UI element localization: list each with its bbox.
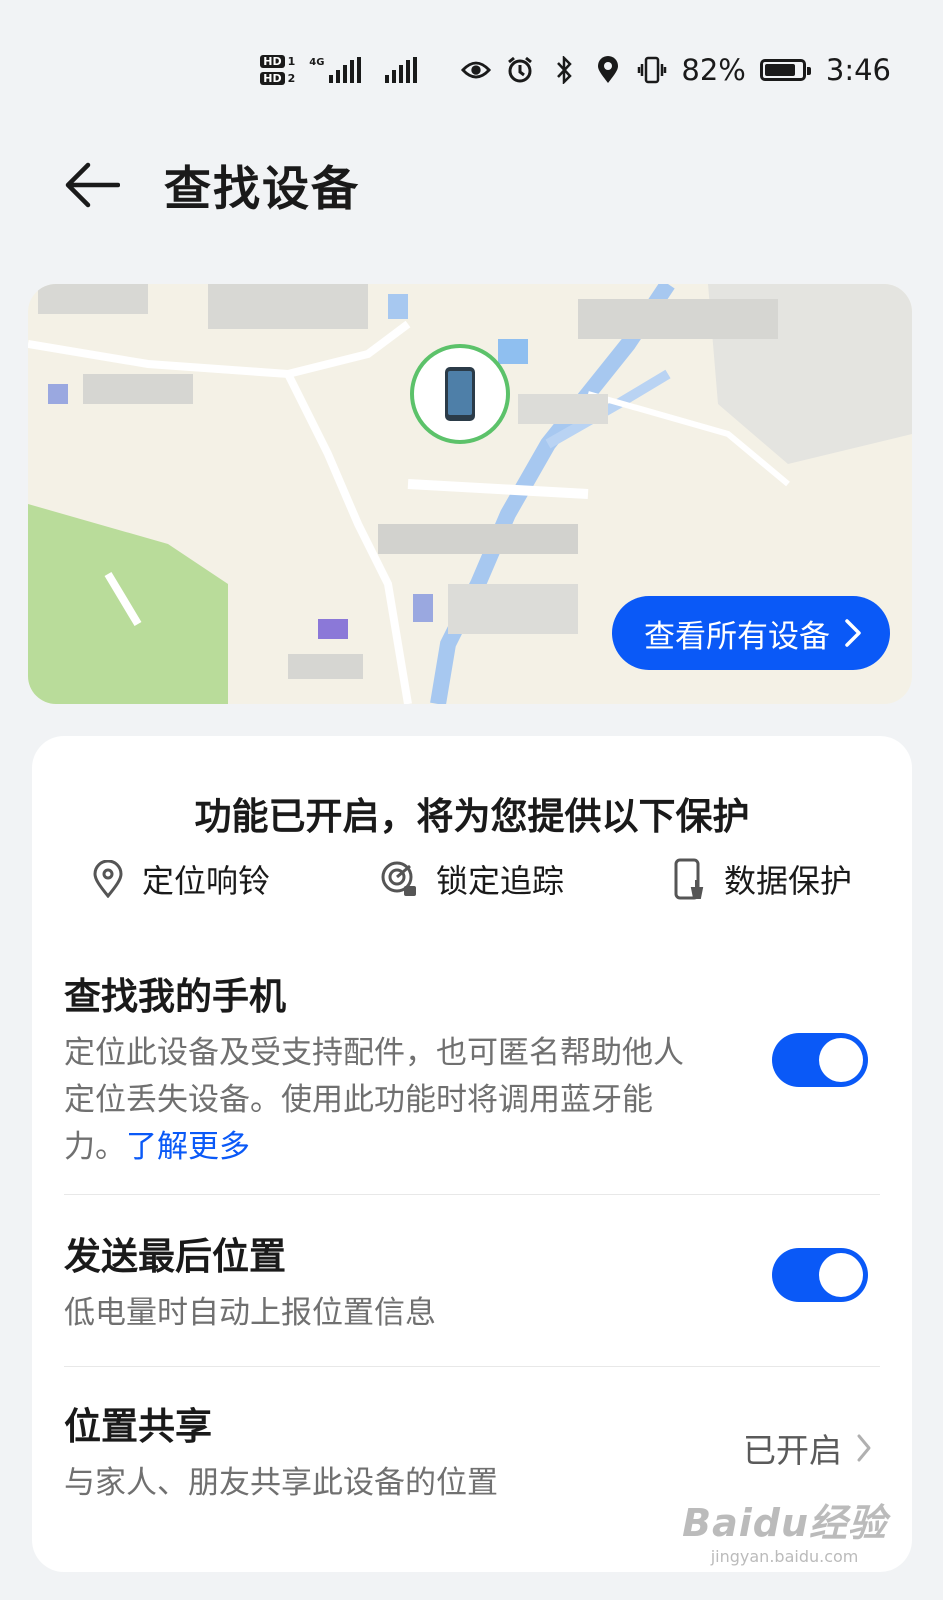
feature-label: 锁定追踪 bbox=[435, 862, 564, 900]
chevron-right-icon bbox=[845, 619, 861, 647]
battery-percent: 82% bbox=[681, 53, 746, 87]
hd-num-1: 1 bbox=[287, 55, 296, 68]
page-header: 查找设备 bbox=[60, 150, 360, 219]
phone-clean-icon bbox=[674, 858, 704, 900]
find-phone-toggle[interactable] bbox=[772, 1033, 868, 1087]
divider bbox=[64, 1366, 880, 1367]
setting-description: 定位此设备及受支持配件，也可匿名帮助他人定位丢失设备。使用此功能时将调用蓝牙能力… bbox=[64, 1030, 684, 1171]
eye-icon bbox=[461, 55, 492, 85]
feature-list: 定位响铃 锁定追踪 数据保护 bbox=[92, 856, 852, 902]
toggle-knob bbox=[819, 1038, 863, 1082]
back-arrow-icon bbox=[65, 162, 120, 207]
clock: 3:46 bbox=[825, 53, 891, 87]
watermark-logo: Baidu经验 bbox=[682, 1501, 887, 1545]
back-button[interactable] bbox=[60, 153, 124, 217]
battery-icon bbox=[759, 59, 811, 81]
setting-find-phone: 查找我的手机 定位此设备及受支持配件，也可匿名帮助他人定位丢失设备。使用此功能时… bbox=[64, 966, 880, 1171]
device-marker[interactable] bbox=[410, 344, 510, 444]
setting-last-location: 发送最后位置 低电量时自动上报位置信息 bbox=[64, 1226, 880, 1337]
setting-title: 查找我的手机 bbox=[64, 975, 286, 1018]
divider bbox=[64, 1194, 880, 1195]
location-pin-icon bbox=[93, 860, 123, 898]
feature-label: 数据保护 bbox=[723, 862, 852, 900]
hd-badge-2: HD bbox=[260, 72, 285, 85]
page-title: 查找设备 bbox=[164, 162, 360, 217]
phone-icon bbox=[445, 367, 475, 421]
protection-title: 功能已开启，将为您提供以下保护 bbox=[194, 795, 750, 838]
feature-lock-track: 锁定追踪 bbox=[380, 856, 564, 902]
location-icon bbox=[593, 55, 623, 85]
vibrate-icon bbox=[637, 55, 667, 85]
chevron-right-icon bbox=[857, 1434, 871, 1462]
signal-2-icon bbox=[385, 57, 418, 83]
hd-num-2: 2 bbox=[287, 72, 296, 85]
device-map[interactable]: 查看所有设备 bbox=[28, 284, 912, 704]
protection-card: 功能已开启，将为您提供以下保护 定位响铃 锁定追踪 数据保护 查找我的手机 定位… bbox=[32, 736, 912, 1572]
view-all-devices-label: 查看所有设备 bbox=[644, 618, 830, 655]
setting-description: 与家人、朋友共享此设备的位置 bbox=[64, 1465, 498, 1501]
feature-locate-ring: 定位响铃 bbox=[92, 856, 270, 902]
setting-description: 低电量时自动上报位置信息 bbox=[64, 1295, 436, 1331]
feature-label: 定位响铃 bbox=[142, 862, 271, 900]
alarm-icon bbox=[505, 55, 535, 85]
toggle-knob bbox=[819, 1253, 863, 1297]
learn-more-link[interactable]: 了解更多 bbox=[126, 1129, 250, 1165]
hd-badge-1: HD bbox=[260, 55, 285, 68]
last-location-toggle[interactable] bbox=[772, 1248, 868, 1302]
view-all-devices-button[interactable]: 查看所有设备 bbox=[612, 596, 890, 670]
setting-title: 发送最后位置 bbox=[64, 1235, 286, 1278]
signal-1-icon: 4G bbox=[309, 57, 362, 83]
feature-data-protect: 数据保护 bbox=[674, 856, 852, 902]
baidu-watermark: Baidu经验 jingyan.baidu.com bbox=[682, 1492, 887, 1566]
network-type: 4G bbox=[309, 57, 325, 68]
lock-track-icon bbox=[381, 861, 416, 896]
watermark-url: jingyan.baidu.com bbox=[710, 1547, 859, 1566]
location-sharing-value[interactable]: 已开启 bbox=[743, 1424, 872, 1472]
status-bar: HD 1 HD 2 4G 82% 3:46 bbox=[260, 40, 891, 100]
battery-fill bbox=[764, 64, 795, 76]
bluetooth-icon bbox=[549, 55, 579, 85]
hd-indicator: HD 1 HD 2 bbox=[260, 55, 295, 85]
location-sharing-status: 已开启 bbox=[743, 1431, 842, 1470]
